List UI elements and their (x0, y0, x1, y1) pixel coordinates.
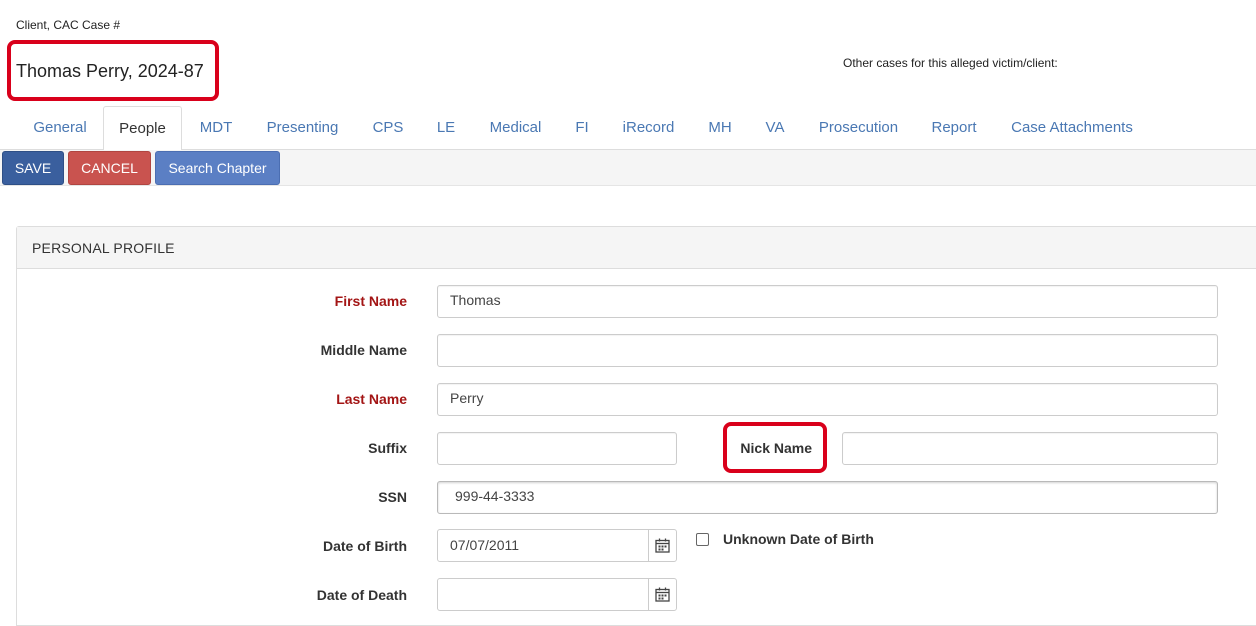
case-label: Client, CAC Case # (16, 18, 121, 32)
panel-title: PERSONAL PROFILE (32, 240, 175, 256)
panel-heading: PERSONAL PROFILE (17, 227, 1256, 269)
calendar-icon[interactable] (648, 530, 676, 561)
tab-bar: General People MDT Presenting CPS LE Med… (0, 106, 1256, 151)
tab-va[interactable]: VA (750, 106, 800, 150)
date-of-death-field[interactable] (437, 578, 677, 611)
tab-report[interactable]: Report (917, 106, 991, 150)
unknown-dob-checkbox[interactable] (696, 533, 709, 546)
tab-mh[interactable]: MH (694, 106, 746, 150)
action-toolbar: SAVE CANCEL Search Chapter (0, 150, 1256, 186)
tab-cps[interactable]: CPS (357, 106, 419, 150)
nick-name-field[interactable] (842, 432, 1218, 465)
tab-presenting[interactable]: Presenting (251, 106, 354, 150)
calendar-icon[interactable] (648, 579, 676, 610)
first-name-field[interactable]: Thomas (437, 285, 1218, 318)
tab-case-attachments[interactable]: Case Attachments (995, 106, 1149, 150)
date-of-birth-field[interactable]: 07/07/2011 (437, 529, 677, 562)
last-name-label: Last Name (336, 391, 407, 407)
middle-name-field[interactable] (437, 334, 1218, 367)
tab-le[interactable]: LE (422, 106, 470, 150)
cancel-button[interactable]: CANCEL (68, 151, 151, 185)
search-chapter-button[interactable]: Search Chapter (155, 151, 280, 185)
date-of-birth-label: Date of Birth (323, 538, 407, 554)
tab-mdt[interactable]: MDT (184, 106, 248, 150)
date-of-birth-value: 07/07/2011 (450, 537, 520, 553)
tab-irecord[interactable]: iRecord (607, 106, 690, 150)
suffix-label: Suffix (368, 440, 407, 456)
nick-name-label: Nick Name (740, 440, 812, 456)
ssn-label: SSN (378, 489, 407, 505)
tab-general[interactable]: General (17, 106, 103, 150)
case-title: Thomas Perry, 2024-87 (16, 61, 204, 81)
last-name-field[interactable]: Perry (437, 383, 1218, 416)
tab-medical[interactable]: Medical (474, 106, 557, 150)
save-button[interactable]: SAVE (2, 151, 64, 185)
first-name-label: First Name (334, 293, 407, 309)
ssn-field[interactable]: 999-44-3333 (437, 481, 1218, 514)
tab-prosecution[interactable]: Prosecution (803, 106, 914, 150)
tab-people[interactable]: People (103, 106, 182, 151)
unknown-dob-label: Unknown Date of Birth (723, 531, 874, 547)
middle-name-label: Middle Name (320, 342, 407, 358)
date-of-death-label: Date of Death (316, 587, 407, 603)
other-cases-label: Other cases for this alleged victim/clie… (843, 56, 1058, 70)
tab-fi[interactable]: FI (561, 106, 603, 150)
